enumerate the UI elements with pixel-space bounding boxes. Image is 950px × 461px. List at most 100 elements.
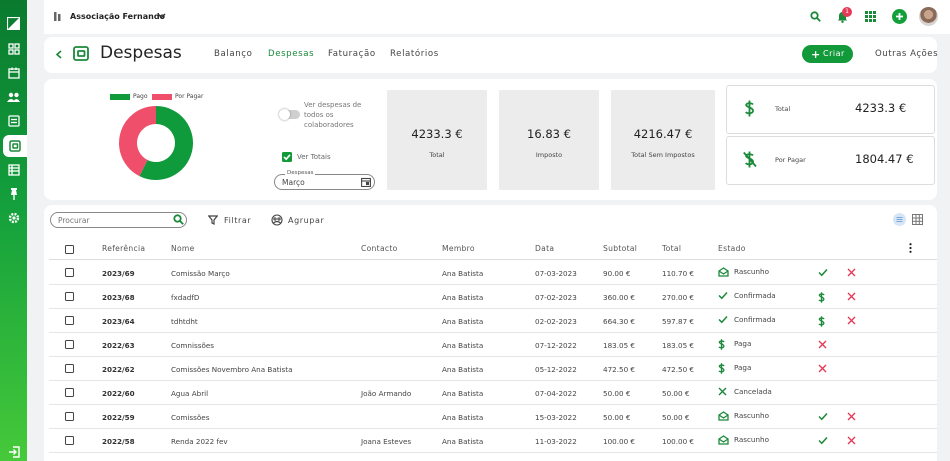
row-checkbox[interactable] [65,436,74,445]
state-dollar-icon [718,339,725,352]
expenses-icon[interactable] [3,135,27,157]
cell-subtotal: 183.05 € [603,341,636,350]
avatar[interactable] [919,7,938,26]
book-icon[interactable] [0,159,27,181]
filter-button[interactable]: Filtrar [224,216,251,225]
column-options-icon[interactable] [909,243,912,255]
apps-grid-icon[interactable] [865,11,876,24]
table-row[interactable]: 2023/69 Comissão Março Ana Batista 07-03-20… [49,261,937,285]
stat-total-value: 4233.3 € [411,127,463,141]
back-arrow-icon[interactable] [55,50,63,61]
column-header-contacto[interactable]: Contacto [361,244,398,253]
tab-despesas[interactable]: Despesas [268,49,314,59]
create-label: Criar [823,49,845,58]
action-check-icon[interactable] [818,436,828,447]
list-view-icon[interactable] [893,213,906,226]
logo-icon[interactable] [0,12,27,34]
action-dollar-icon[interactable] [818,292,825,305]
row-checkbox[interactable] [65,388,74,397]
search-input[interactable] [50,212,187,228]
table-row[interactable]: 2023/64 tdhtdht Ana Batista 02-02-2023 664.3… [49,309,937,333]
column-header-total[interactable]: Total [662,244,681,253]
cell-total: 597.87 € [662,317,695,326]
column-header-membro[interactable]: Membro [442,244,475,253]
list-icon[interactable] [0,110,27,132]
filter-icon[interactable] [207,215,219,227]
row-checkbox[interactable] [65,316,74,325]
cell-ref: 2023/69 [102,269,135,278]
action-close-icon[interactable] [847,436,856,447]
tab-faturacao[interactable]: Faturação [328,49,376,59]
calendar-picker-icon[interactable] [361,177,371,189]
tab-relatorios[interactable]: Relatórios [390,49,439,59]
action-check-icon[interactable] [818,268,828,279]
cell-nome: tdhtdht [171,317,198,326]
cell-data: 15-03-2022 [535,413,577,422]
cell-total: 100.00 € [662,437,695,446]
cell-subtotal: 360.00 € [603,293,636,302]
stat-total-label: Total [429,151,445,159]
table-row[interactable]: 2022/62 Comissões Novembro Ana Batista Ana… [49,357,937,381]
table-row[interactable]: 2022/63 Comnissões Ana Batista 07-12-2022 18… [49,333,937,357]
pin-icon[interactable] [0,183,27,205]
org-name[interactable]: Associação Fernando [70,12,165,21]
dollar-icon [744,100,755,119]
stat-sem-impostos-value: 4216.47 € [633,127,693,141]
create-button[interactable]: + Criar [802,45,853,63]
search-icon[interactable] [810,11,821,24]
action-close-icon[interactable] [818,340,827,351]
search-input-icon[interactable] [173,214,184,227]
chevron-down-icon[interactable] [157,12,166,22]
state-dollar-icon [718,363,725,376]
row-checkbox[interactable] [65,412,74,421]
action-check-icon[interactable] [818,412,828,423]
column-header-nome[interactable]: Nome [171,244,195,253]
add-circle-icon[interactable] [892,9,907,26]
group-icon[interactable] [271,214,283,228]
calendar-icon[interactable] [0,62,27,84]
action-close-icon[interactable] [847,292,856,303]
cell-estado: Rascunho [734,435,770,444]
cell-membro: Ana Batista [442,389,484,398]
people-icon[interactable] [0,86,27,108]
grid-view-icon[interactable] [912,214,923,227]
collaborators-toggle[interactable] [279,109,300,120]
table-row[interactable]: 2023/68 fxdadfD Ana Batista 07-02-2023 360.0… [49,285,937,309]
action-close-icon[interactable] [847,316,856,327]
table-row[interactable]: 2022/58 Renda 2022 fev Joana Esteves Ana Ba… [49,429,937,453]
dashboard-icon[interactable] [0,38,27,60]
total-box-label: Total [775,105,791,113]
more-actions-button[interactable]: Outras Ações [875,49,938,59]
action-dollar-icon[interactable] [818,316,825,329]
cell-subtotal: 664.30 € [603,317,636,326]
row-checkbox[interactable] [65,292,74,301]
action-close-icon[interactable] [847,412,856,423]
cell-estado: Paga [734,339,752,348]
group-button[interactable]: Agrupar [288,216,324,225]
state-envelope-icon [718,435,729,447]
cell-nome: Agua Abril [171,389,209,398]
ver-totais-checkbox[interactable] [282,152,292,162]
column-header-estado[interactable]: Estado [718,244,746,253]
table-row[interactable]: 2022/60 Agua Abril João Armando Ana Batista… [49,381,937,405]
cell-total: 472.50 € [662,365,695,374]
action-close-icon[interactable] [847,268,856,279]
row-checkbox[interactable] [65,268,74,277]
select-all-checkbox[interactable] [65,245,74,254]
logout-icon[interactable] [0,441,27,461]
cell-ref: 2023/68 [102,293,135,302]
cell-ref: 2022/62 [102,365,135,374]
gear-icon[interactable] [0,207,27,229]
column-header-referencia[interactable]: Referência [102,244,145,253]
stat-imposto-label: Imposto [535,151,563,159]
tab-balanco[interactable]: Balanço [214,49,252,59]
cell-membro: Ana Batista [442,437,484,446]
row-checkbox[interactable] [65,364,74,373]
cell-ref: 2023/64 [102,317,135,326]
row-checkbox[interactable] [65,340,74,349]
action-close-icon[interactable] [818,364,827,375]
legend-label-por-pagar: Por Pagar [175,93,204,100]
column-header-data[interactable]: Data [535,244,554,253]
column-header-subtotal[interactable]: Subtotal [603,244,637,253]
table-row[interactable]: 2022/59 Comissões Ana Batista 15-03-2022 50.… [49,405,937,429]
